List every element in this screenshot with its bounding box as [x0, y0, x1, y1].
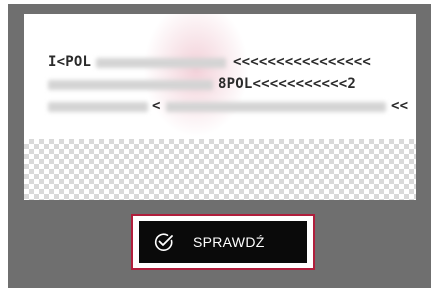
redacted-segment [96, 58, 226, 68]
mrz-line-1: I<POL <<<<<<<<<<<<<<<< [48, 54, 398, 76]
mrz-line-1-start: I<POL [48, 54, 92, 70]
mrz-line-3: < << [48, 98, 408, 120]
mrz-line-1-end: <<<<<<<<<<<<<<<< [233, 54, 372, 70]
mrz-line-2: 8POL<<<<<<<<<<<2 [48, 76, 398, 98]
check-button[interactable]: SPRAWDŹ [139, 221, 307, 263]
redacted-segment [166, 102, 386, 112]
check-circle-icon [153, 231, 175, 253]
transparent-area [24, 139, 416, 200]
check-button-label: SPRAWDŹ [193, 234, 265, 250]
mrz-line-3-mid: < [152, 98, 161, 114]
document-preview: I<POL <<<<<<<<<<<<<<<< 8POL<<<<<<<<<<<2 … [24, 14, 416, 200]
check-button-focus-ring: SPRAWDŹ [131, 214, 315, 270]
redacted-segment [48, 102, 148, 112]
redacted-segment [48, 80, 213, 90]
mrz-line-3-end: << [391, 98, 409, 114]
camera-frame: I<POL <<<<<<<<<<<<<<<< 8POL<<<<<<<<<<<2 … [8, 4, 431, 288]
mrz-zone: I<POL <<<<<<<<<<<<<<<< 8POL<<<<<<<<<<<2 … [48, 54, 408, 120]
mrz-line-2-mid: 8POL<<<<<<<<<<<2 [218, 76, 357, 92]
